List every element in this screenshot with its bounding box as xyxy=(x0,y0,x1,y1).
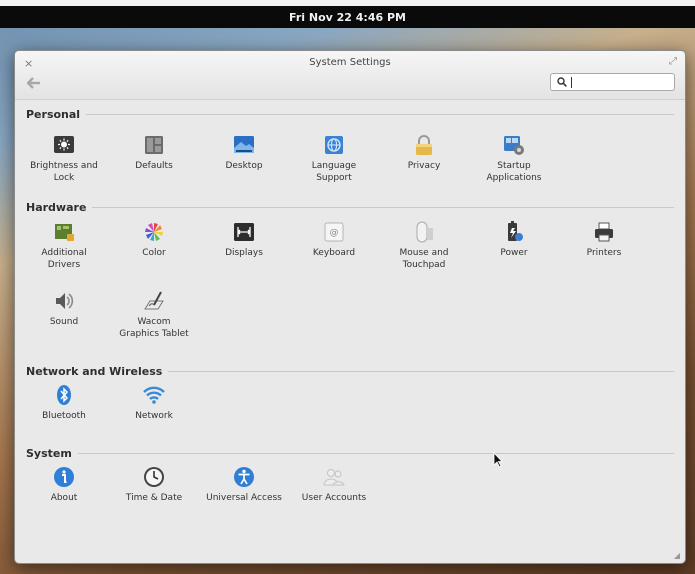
item-label: Printers xyxy=(586,248,622,258)
item-keyboard[interactable]: @ Keyboard xyxy=(289,220,379,259)
item-additional-drivers[interactable]: Additional Drivers xyxy=(19,220,109,271)
mouse-pointer-icon xyxy=(493,452,503,468)
section-divider xyxy=(168,371,674,372)
language-support-icon xyxy=(325,136,343,154)
item-label: Color xyxy=(142,248,166,258)
power-icon xyxy=(508,221,523,241)
item-label: Mouse and Touchpad xyxy=(399,248,449,270)
item-label: Displays xyxy=(225,248,263,258)
item-printers[interactable]: Printers xyxy=(559,220,649,259)
item-label: Keyboard xyxy=(312,248,356,258)
text-cursor xyxy=(571,76,572,88)
item-label: Startup Applications xyxy=(486,161,542,183)
item-label: User Accounts xyxy=(301,493,367,503)
item-universal-access[interactable]: Universal Access xyxy=(199,465,289,504)
item-bluetooth[interactable]: Bluetooth xyxy=(19,383,109,422)
desktop-icon xyxy=(234,136,254,153)
defaults-icon xyxy=(145,136,163,154)
item-label: Power xyxy=(500,248,528,258)
item-label: Brightness and Lock xyxy=(30,161,98,183)
printer-icon xyxy=(595,222,613,242)
section-title: System xyxy=(26,447,72,460)
privacy-lock-icon xyxy=(416,135,432,155)
item-color[interactable]: Color xyxy=(109,220,199,259)
section-divider xyxy=(77,453,674,454)
item-mouse-touchpad[interactable]: Mouse and Touchpad xyxy=(379,220,469,271)
item-label: About xyxy=(50,493,78,503)
item-label: Time & Date xyxy=(125,493,183,503)
color-icon xyxy=(145,223,163,241)
section-title: Network and Wireless xyxy=(26,365,163,378)
back-arrow-icon[interactable] xyxy=(26,75,41,93)
keyboard-icon: @ xyxy=(324,222,344,242)
section-divider xyxy=(86,114,674,115)
universal-access-icon xyxy=(234,467,254,487)
displays-icon xyxy=(234,223,254,241)
item-label: Sound xyxy=(49,317,79,327)
brightness-lock-icon xyxy=(54,136,74,153)
item-label: Language Support xyxy=(311,161,357,183)
svg-text:@: @ xyxy=(330,228,339,238)
window-titlebar: × System Settings ⤢ xyxy=(15,51,685,100)
item-label: Desktop xyxy=(225,161,263,171)
additional-drivers-icon xyxy=(55,224,74,241)
settings-content: Personal Brightness and Lock Defaults De… xyxy=(15,100,685,563)
item-label: Wacom Graphics Tablet xyxy=(119,317,189,339)
resize-grip-icon[interactable]: ◢ xyxy=(674,551,680,560)
window-title: System Settings xyxy=(309,57,391,68)
network-wifi-icon xyxy=(143,386,165,404)
item-wacom-tablet[interactable]: Wacom Graphics Tablet xyxy=(109,289,199,340)
section-divider xyxy=(92,207,674,208)
item-user-accounts[interactable]: User Accounts xyxy=(289,465,379,504)
panel-clock[interactable]: Fri Nov 22 4:46 PM xyxy=(289,11,406,24)
sound-icon xyxy=(56,293,74,309)
item-privacy[interactable]: Privacy xyxy=(379,133,469,172)
item-sound[interactable]: Sound xyxy=(19,289,109,328)
item-time-date[interactable]: Time & Date xyxy=(109,465,199,504)
item-about[interactable]: About xyxy=(19,465,109,504)
item-label: Additional Drivers xyxy=(41,248,87,270)
user-accounts-icon xyxy=(323,469,345,486)
item-brightness-lock[interactable]: Brightness and Lock xyxy=(19,133,109,184)
clock-icon xyxy=(144,467,164,487)
item-label: Privacy xyxy=(407,161,441,171)
item-defaults[interactable]: Defaults xyxy=(109,133,199,172)
maximize-icon[interactable]: ⤢ xyxy=(669,56,677,67)
bluetooth-icon xyxy=(57,385,71,405)
item-label: Network xyxy=(135,411,173,421)
wacom-tablet-icon xyxy=(144,291,164,310)
top-panel: Fri Nov 22 4:46 PM xyxy=(0,0,695,28)
item-startup-applications[interactable]: Startup Applications xyxy=(469,133,559,184)
section-title: Hardware xyxy=(26,201,87,214)
startup-applications-icon xyxy=(504,136,524,155)
system-settings-window: × System Settings ⤢ Personal Brightness … xyxy=(14,50,686,564)
search-icon xyxy=(557,77,567,87)
about-info-icon xyxy=(54,467,74,487)
search-input[interactable] xyxy=(550,73,675,91)
item-desktop[interactable]: Desktop xyxy=(199,133,289,172)
item-label: Universal Access xyxy=(206,493,282,503)
item-power[interactable]: Power xyxy=(469,220,559,259)
section-title: Personal xyxy=(26,108,81,121)
item-language-support[interactable]: Language Support xyxy=(289,133,379,184)
item-label: Bluetooth xyxy=(42,411,86,421)
mouse-icon xyxy=(416,221,433,243)
item-displays[interactable]: Displays xyxy=(199,220,289,259)
item-label: Defaults xyxy=(135,161,173,171)
item-network[interactable]: Network xyxy=(109,383,199,422)
